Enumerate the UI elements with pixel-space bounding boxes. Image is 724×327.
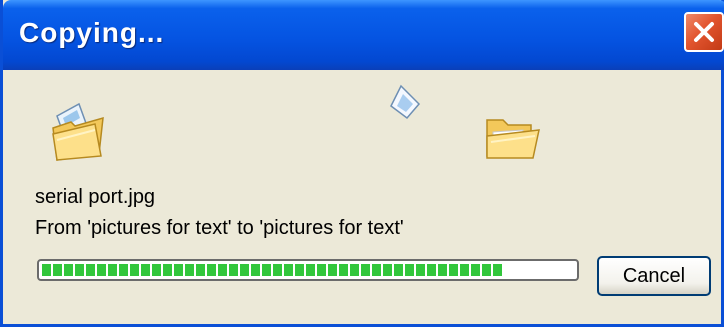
progress-fill [42,264,502,276]
window-title: Copying... [19,17,165,48]
title-bar[interactable]: Copying... [3,0,724,70]
copy-dialog: Copying... serial port.jpg From 'picture… [0,0,724,327]
destination-folder-icon [486,119,540,159]
flying-document-icon [390,84,421,120]
source-folder-icon [52,102,104,161]
close-icon [694,22,714,42]
from-to-text: From 'pictures for text' to 'pictures fo… [35,217,404,239]
file-name: serial port.jpg [35,186,156,208]
cancel-button[interactable]: Cancel [597,256,711,296]
progress-bar [37,259,579,281]
close-button[interactable] [684,12,724,52]
